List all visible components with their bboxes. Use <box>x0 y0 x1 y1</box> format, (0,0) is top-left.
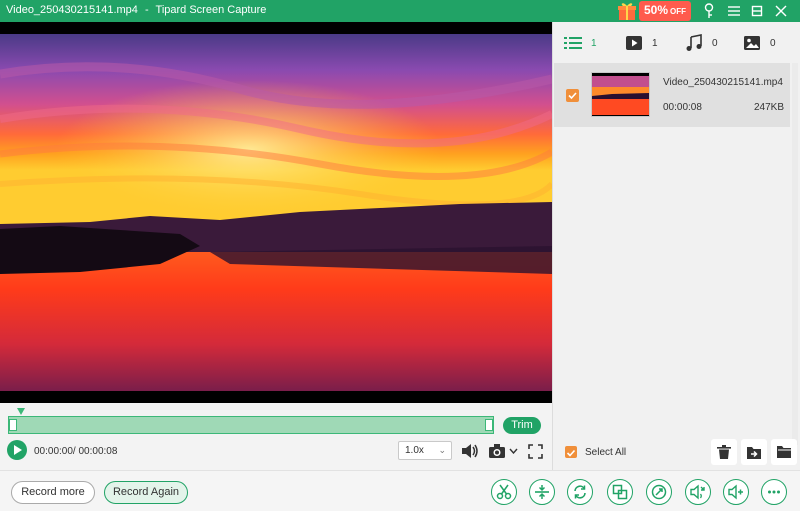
record-again-button[interactable]: Record Again <box>104 481 188 504</box>
title-bar: Video_250430215141.mp4 - Tipard Screen C… <box>0 0 800 22</box>
tab-audio[interactable]: 0 <box>685 34 718 52</box>
menu-icon[interactable] <box>726 3 742 19</box>
file-name: Video_250430215141.mp4 <box>6 4 138 16</box>
select-all-checkbox[interactable] <box>565 446 577 458</box>
folder-export-icon <box>747 446 761 459</box>
audio-add-icon <box>728 484 743 500</box>
title-separator: - <box>144 4 149 16</box>
music-icon <box>686 34 702 51</box>
file-thumbnail <box>591 72 650 117</box>
file-list-item[interactable]: Video_250430215141.mp4 00:00:08 247KB <box>554 63 790 127</box>
list-icon <box>564 37 582 49</box>
app-name: Tipard Screen Capture <box>155 4 267 16</box>
record-more-button[interactable]: Record more <box>11 481 95 504</box>
check-icon <box>568 92 577 100</box>
chevron-down-icon[interactable] <box>508 445 518 457</box>
delete-button[interactable] <box>711 439 737 465</box>
maximize-square-final-icon[interactable] <box>749 3 765 19</box>
close-icon[interactable] <box>773 3 789 19</box>
tab-audio-count: 0 <box>712 37 718 49</box>
file-panel: 1 1 0 0 Video_250430215141.mp4 00:00:08 … <box>552 22 800 470</box>
image-icon <box>744 36 760 50</box>
trim-start-handle[interactable] <box>9 419 17 431</box>
fullscreen-icon[interactable] <box>527 442 543 460</box>
convert-icon <box>574 485 586 499</box>
file-name: Video_250430215141.mp4 <box>663 77 783 88</box>
tab-image[interactable]: 0 <box>743 34 776 52</box>
trim-track[interactable] <box>8 416 494 434</box>
folder-icon <box>777 446 791 458</box>
volume-icon[interactable] <box>460 442 480 460</box>
video-preview[interactable] <box>0 22 552 403</box>
file-size: 247KB <box>753 102 784 113</box>
tab-all-count: 1 <box>591 37 597 49</box>
speed-value: 1.0x <box>405 445 424 456</box>
trim-end-handle[interactable] <box>485 419 493 431</box>
tab-video-count: 1 <box>652 37 658 49</box>
file-list-scrollbar[interactable] <box>792 63 798 445</box>
tab-image-count: 0 <box>770 37 776 49</box>
chevron-down-icon: ⌄ <box>438 445 446 455</box>
timeline-area: Trim 00:00:00/ 00:00:08 1.0x ⌄ <box>0 403 552 470</box>
more-tools-button[interactable] <box>761 479 787 505</box>
trash-icon <box>717 444 731 459</box>
compress-tool-button[interactable] <box>646 479 672 505</box>
bottom-toolbar: Record more Record Again <box>0 470 800 511</box>
volume-boost-icon <box>690 484 705 500</box>
split-tool-button[interactable] <box>529 479 555 505</box>
play-button[interactable] <box>7 440 27 460</box>
time-display: 00:00:00/ 00:00:08 <box>34 446 118 457</box>
video-icon <box>626 36 642 50</box>
compress-icon <box>651 484 667 500</box>
key-icon[interactable] <box>701 3 717 19</box>
merge-tool-button[interactable] <box>607 479 633 505</box>
merge-icon <box>612 484 628 500</box>
video-frame-image <box>0 34 552 391</box>
more-icon <box>768 490 780 494</box>
cut-tool-button[interactable] <box>491 479 517 505</box>
speed-select[interactable]: 1.0x ⌄ <box>398 441 452 460</box>
export-button[interactable] <box>741 439 767 465</box>
discount-badge: 50% OFF <box>639 1 692 21</box>
select-all-label: Select All <box>585 447 627 458</box>
gift-icon <box>618 3 636 20</box>
audio-add-tool-button[interactable] <box>723 479 749 505</box>
promo-banner[interactable]: 50% OFF <box>617 1 692 21</box>
window-title: Video_250430215141.mp4 - Tipard Screen C… <box>6 4 266 16</box>
split-icon <box>535 485 549 499</box>
tab-all[interactable]: 1 <box>564 34 597 52</box>
file-duration: 00:00:08 <box>663 102 702 113</box>
volume-boost-tool-button[interactable] <box>685 479 711 505</box>
check-icon <box>566 449 576 457</box>
playhead-marker[interactable] <box>17 408 25 415</box>
camera-icon[interactable] <box>487 442 507 460</box>
scissors-icon <box>496 484 512 500</box>
open-folder-button[interactable] <box>771 439 797 465</box>
file-checkbox[interactable] <box>566 89 579 102</box>
trim-button[interactable]: Trim <box>503 417 541 434</box>
tab-video[interactable]: 1 <box>625 34 658 52</box>
media-tabs: 1 1 0 0 <box>553 22 800 63</box>
convert-tool-button[interactable] <box>567 479 593 505</box>
